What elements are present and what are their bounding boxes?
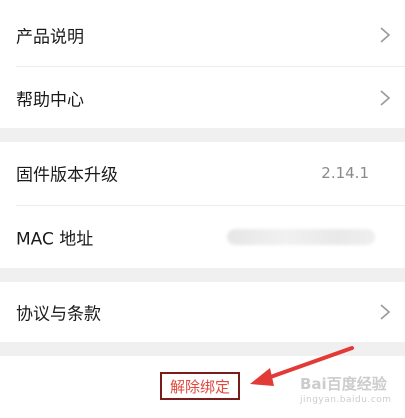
terms-group: 协议与条款: [0, 282, 405, 342]
watermark-text: Bai百度经验: [300, 375, 387, 393]
firmware-version-value: 2.14.1: [321, 164, 369, 182]
mac-address-row: MAC 地址: [0, 206, 405, 268]
watermark-url: jingyan.baidu.com: [300, 395, 392, 405]
help-center-row[interactable]: 帮助中心: [0, 67, 405, 129]
firmware-upgrade-label: 固件版本升级: [16, 165, 118, 186]
unbind-button[interactable]: 解除绑定: [160, 372, 240, 400]
device-info-group: 固件版本升级 2.14.1 MAC 地址: [0, 142, 405, 268]
chevron-right-icon: [380, 90, 391, 106]
terms-label: 协议与条款: [16, 304, 101, 325]
product-manual-row[interactable]: 产品说明: [0, 4, 405, 66]
mac-address-label: MAC 地址: [16, 229, 94, 250]
device-settings-page: 产品说明 帮助中心 固件版本升级 2.14.1 MAC 地址 协议与条款 解除绑…: [0, 0, 405, 418]
chevron-right-icon: [380, 27, 391, 43]
baidu-watermark: Bai百度经验 jingyan.baidu.com: [300, 376, 404, 414]
product-manual-label: 产品说明: [16, 27, 84, 48]
terms-row[interactable]: 协议与条款: [0, 282, 405, 342]
help-center-label: 帮助中心: [16, 90, 84, 111]
info-group: 产品说明 帮助中心: [0, 0, 405, 128]
chevron-right-icon: [380, 304, 391, 320]
firmware-upgrade-row[interactable]: 固件版本升级 2.14.1: [0, 142, 405, 204]
mac-address-value-blurred: [227, 229, 375, 245]
